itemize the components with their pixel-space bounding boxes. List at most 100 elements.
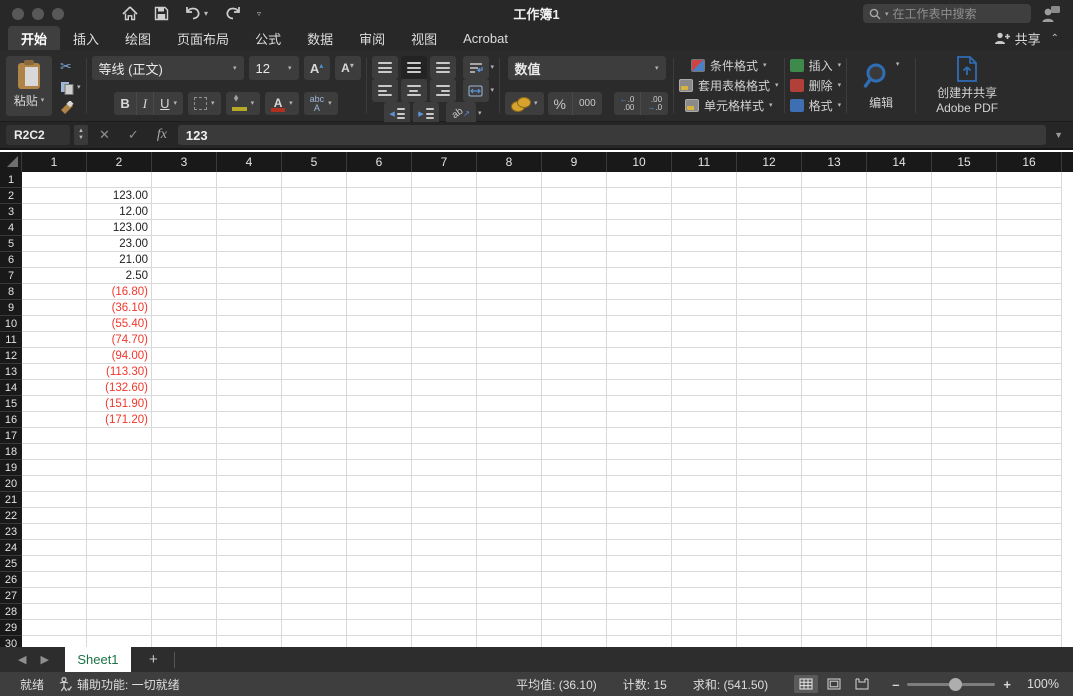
- search-scope-caret[interactable]: ▾: [885, 10, 889, 18]
- cell-R16C7[interactable]: [412, 412, 477, 428]
- cell-R26C16[interactable]: [997, 572, 1062, 588]
- cell-R11C2[interactable]: (74.70): [87, 332, 152, 348]
- cell-R6C6[interactable]: [347, 252, 412, 268]
- cell-R19C14[interactable]: [867, 460, 932, 476]
- row-header-25[interactable]: 25: [0, 556, 22, 572]
- cell-R1C6[interactable]: [347, 172, 412, 188]
- cell-R26C3[interactable]: [152, 572, 217, 588]
- cell-R1C1[interactable]: [22, 172, 87, 188]
- cell-R11C4[interactable]: [217, 332, 282, 348]
- cell-R10C4[interactable]: [217, 316, 282, 332]
- row-header-21[interactable]: 21: [0, 492, 22, 508]
- cell-R18C2[interactable]: [87, 444, 152, 460]
- cell-R26C1[interactable]: [22, 572, 87, 588]
- cell-R8C3[interactable]: [152, 284, 217, 300]
- cell-R10C1[interactable]: [22, 316, 87, 332]
- cell-R10C14[interactable]: [867, 316, 932, 332]
- cell-R16C4[interactable]: [217, 412, 282, 428]
- cell-R21C4[interactable]: [217, 492, 282, 508]
- cell-R25C16[interactable]: [997, 556, 1062, 572]
- cell-R22C10[interactable]: [607, 508, 672, 524]
- account-avatar-icon[interactable]: [1041, 5, 1061, 23]
- cell-R8C9[interactable]: [542, 284, 607, 300]
- cell-R26C13[interactable]: [802, 572, 867, 588]
- cut-button[interactable]: ✂: [60, 58, 81, 75]
- cell-R17C15[interactable]: [932, 428, 997, 444]
- cell-R1C8[interactable]: [477, 172, 542, 188]
- cell-R10C12[interactable]: [737, 316, 802, 332]
- align-bottom-button[interactable]: [429, 56, 456, 79]
- cell-R7C11[interactable]: [672, 268, 737, 284]
- cell-R15C6[interactable]: [347, 396, 412, 412]
- cell-R7C5[interactable]: [282, 268, 347, 284]
- cell-R10C3[interactable]: [152, 316, 217, 332]
- cell-R11C6[interactable]: [347, 332, 412, 348]
- cell-R13C11[interactable]: [672, 364, 737, 380]
- cell-R6C1[interactable]: [22, 252, 87, 268]
- cell-R26C15[interactable]: [932, 572, 997, 588]
- cell-R9C12[interactable]: [737, 300, 802, 316]
- cell-R12C13[interactable]: [802, 348, 867, 364]
- cell-R18C1[interactable]: [22, 444, 87, 460]
- cell-R1C15[interactable]: [932, 172, 997, 188]
- cell-R12C9[interactable]: [542, 348, 607, 364]
- cell-R2C5[interactable]: [282, 188, 347, 204]
- ribbon-tab-审阅[interactable]: 审阅: [346, 26, 398, 51]
- cell-R2C4[interactable]: [217, 188, 282, 204]
- cell-R5C2[interactable]: 23.00: [87, 236, 152, 252]
- number-format-select[interactable]: 数值 ▾: [507, 56, 666, 80]
- cell-R4C16[interactable]: [997, 220, 1062, 236]
- cell-R18C6[interactable]: [347, 444, 412, 460]
- cell-R25C11[interactable]: [672, 556, 737, 572]
- cell-R26C10[interactable]: [607, 572, 672, 588]
- cell-R30C2[interactable]: [87, 636, 152, 647]
- cell-R22C12[interactable]: [737, 508, 802, 524]
- cell-R17C4[interactable]: [217, 428, 282, 444]
- cell-R21C9[interactable]: [542, 492, 607, 508]
- cell-R29C10[interactable]: [607, 620, 672, 636]
- underline-button[interactable]: U ▾: [154, 92, 183, 115]
- cell-R18C7[interactable]: [412, 444, 477, 460]
- cell-R21C11[interactable]: [672, 492, 737, 508]
- cell-R2C1[interactable]: [22, 188, 87, 204]
- cell-R24C13[interactable]: [802, 540, 867, 556]
- cell-R30C8[interactable]: [477, 636, 542, 647]
- merge-center-caret[interactable]: ▾: [491, 87, 495, 94]
- currency-format-button[interactable]: ▾: [505, 92, 544, 115]
- search-box[interactable]: ▾: [863, 4, 1031, 23]
- column-header-14[interactable]: 14: [867, 152, 932, 172]
- minimize-window-button[interactable]: [32, 7, 44, 20]
- cell-R24C1[interactable]: [22, 540, 87, 556]
- cell-R3C6[interactable]: [347, 204, 412, 220]
- cell-R6C13[interactable]: [802, 252, 867, 268]
- italic-button[interactable]: I: [137, 92, 155, 115]
- cell-R29C5[interactable]: [282, 620, 347, 636]
- cell-R11C16[interactable]: [997, 332, 1062, 348]
- adobe-pdf-button[interactable]: 创建并共享 Adobe PDF: [921, 54, 1013, 117]
- percent-style-button[interactable]: %: [548, 92, 573, 115]
- cell-R28C10[interactable]: [607, 604, 672, 620]
- row-header-8[interactable]: 8: [0, 284, 22, 300]
- cell-R16C15[interactable]: [932, 412, 997, 428]
- home-icon[interactable]: [122, 6, 138, 21]
- row-header-7[interactable]: 7: [0, 268, 22, 284]
- increase-decimal-button[interactable]: ←.0.00: [614, 92, 642, 115]
- cell-R9C11[interactable]: [672, 300, 737, 316]
- cell-R6C4[interactable]: [217, 252, 282, 268]
- cell-R27C14[interactable]: [867, 588, 932, 604]
- cell-R18C3[interactable]: [152, 444, 217, 460]
- cell-R4C9[interactable]: [542, 220, 607, 236]
- cell-R13C10[interactable]: [607, 364, 672, 380]
- cell-R28C2[interactable]: [87, 604, 152, 620]
- cell-R18C4[interactable]: [217, 444, 282, 460]
- row-header-15[interactable]: 15: [0, 396, 22, 412]
- cell-R12C15[interactable]: [932, 348, 997, 364]
- cell-R4C3[interactable]: [152, 220, 217, 236]
- zoom-level[interactable]: 100%: [1027, 677, 1059, 691]
- cell-R7C16[interactable]: [997, 268, 1062, 284]
- cell-R25C9[interactable]: [542, 556, 607, 572]
- cell-R28C3[interactable]: [152, 604, 217, 620]
- bold-button[interactable]: B: [114, 92, 137, 115]
- cell-R1C9[interactable]: [542, 172, 607, 188]
- cell-R22C7[interactable]: [412, 508, 477, 524]
